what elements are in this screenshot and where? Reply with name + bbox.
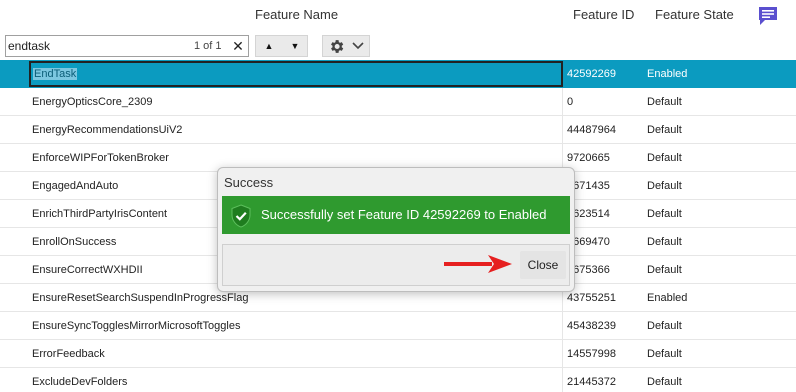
- feature-name-cell: EngagedAndAuto: [32, 180, 119, 192]
- feature-id-cell: 21445372: [567, 376, 616, 388]
- feature-name-cell: EnrichThirdPartyIrisContent: [32, 208, 168, 220]
- table-row-selected[interactable]: EndTask 42592269 Enabled: [0, 60, 796, 88]
- column-header-feature-id[interactable]: Feature ID: [573, 7, 634, 22]
- column-divider: [562, 88, 563, 116]
- feature-name-cell: EnsureCorrectWXHDII: [32, 264, 143, 276]
- feature-name-cell: EnsureResetSearchSuspendInProgressFlag: [32, 292, 249, 304]
- feature-id-cell: 0: [567, 96, 574, 108]
- column-header-feature-name[interactable]: Feature Name: [255, 7, 338, 22]
- table-row[interactable]: ErrorFeedback 14557998 Default: [0, 340, 796, 368]
- feature-id-cell: 14557998: [567, 348, 616, 360]
- feature-state-cell: Default: [647, 348, 682, 360]
- table-row[interactable]: ExcludeDevFolders 21445372 Default: [0, 368, 796, 392]
- feature-name-edit-box[interactable]: EndTask: [29, 61, 563, 87]
- feature-id-cell: 43755251: [567, 292, 616, 304]
- search-nav-group: ▲ ▼: [255, 35, 308, 57]
- column-divider: [562, 340, 563, 368]
- search-toolbar: 1 of 1 ✕ ▲ ▼: [0, 31, 796, 61]
- feature-state-cell: Default: [647, 208, 682, 220]
- table-row[interactable]: EnergyRecommendationsUiV2 44487964 Defau…: [0, 116, 796, 144]
- search-box: 1 of 1 ✕: [5, 35, 249, 57]
- feature-id-cell: 45438239: [567, 320, 616, 332]
- column-header-feature-state[interactable]: Feature State: [655, 7, 734, 22]
- shield-check-icon: [231, 204, 251, 228]
- triangle-up-icon[interactable]: ▲: [256, 36, 282, 56]
- feature-id-cell: 44487964: [567, 124, 616, 136]
- feature-name-cell: EnergyRecommendationsUiV2: [32, 124, 183, 136]
- feature-name-cell: ExcludeDevFolders: [32, 376, 128, 388]
- search-match-count: 1 of 1: [194, 40, 222, 52]
- feature-state-cell: Default: [647, 96, 682, 108]
- feature-name-cell: ErrorFeedback: [32, 348, 105, 360]
- feature-id-cell: 42592269: [567, 68, 616, 80]
- feature-state-cell: Default: [647, 152, 682, 164]
- dialog-message: Successfully set Feature ID 42592269 to …: [261, 207, 547, 222]
- success-dialog: Success Successfully set Feature ID 4259…: [217, 167, 575, 292]
- column-divider: [562, 312, 563, 340]
- red-arrow-icon: [444, 255, 512, 273]
- chat-bubble-icon[interactable]: [757, 5, 779, 27]
- table-row[interactable]: EnsureSyncTogglesMirrorMicrosoftToggles …: [0, 312, 796, 340]
- column-header: Feature Name Feature ID Feature State: [0, 0, 796, 30]
- feature-name-cell: EnergyOpticsCore_2309: [32, 96, 153, 108]
- column-divider: [562, 116, 563, 144]
- feature-id-cell: 9720665: [567, 152, 610, 164]
- triangle-down-icon[interactable]: ▼: [282, 36, 308, 56]
- feature-name-cell: EnrollOnSuccess: [32, 236, 117, 248]
- search-input[interactable]: [8, 38, 178, 54]
- chevron-down-icon: [352, 42, 364, 50]
- feature-name-cell: EndTask: [33, 68, 78, 80]
- feature-state-cell: Enabled: [647, 68, 688, 80]
- dialog-title: Success: [224, 175, 274, 190]
- close-button[interactable]: Close: [520, 251, 566, 279]
- feature-state-cell: Default: [647, 124, 682, 136]
- feature-state-cell: Enabled: [647, 292, 688, 304]
- dialog-footer: Close: [222, 244, 570, 286]
- column-divider: [562, 368, 563, 392]
- feature-state-cell: Default: [647, 236, 682, 248]
- gear-icon: [331, 40, 344, 53]
- feature-state-cell: Default: [647, 376, 682, 388]
- feature-state-cell: Default: [647, 180, 682, 192]
- feature-name-cell: EnforceWIPForTokenBroker: [32, 152, 169, 164]
- close-icon[interactable]: ✕: [230, 37, 246, 55]
- feature-state-cell: Default: [647, 264, 682, 276]
- feature-state-cell: Default: [647, 320, 682, 332]
- table-row[interactable]: EnergyOpticsCore_2309 0 Default: [0, 88, 796, 116]
- feature-name-cell: EnsureSyncTogglesMirrorMicrosoftToggles: [32, 320, 241, 332]
- success-banner: Successfully set Feature ID 42592269 to …: [222, 196, 570, 234]
- settings-dropdown-button[interactable]: [322, 35, 370, 57]
